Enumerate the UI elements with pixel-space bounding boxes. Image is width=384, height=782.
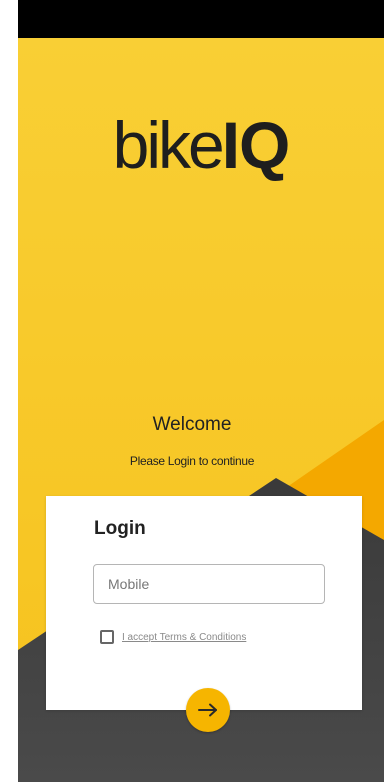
terms-row[interactable]: I accept Terms & Conditions bbox=[100, 630, 246, 644]
terms-checkbox[interactable] bbox=[100, 630, 114, 644]
arrow-right-icon bbox=[198, 703, 217, 717]
welcome-title: Welcome bbox=[152, 414, 232, 435]
logo-text-bold: IQ bbox=[221, 108, 291, 182]
submit-button[interactable] bbox=[186, 688, 230, 732]
welcome-subtitle: Please Login to continue bbox=[129, 454, 255, 468]
logo-text-light: bike bbox=[112, 108, 225, 182]
login-card: Login I accept Terms & Conditions bbox=[46, 496, 362, 710]
login-title: Login bbox=[94, 518, 146, 539]
app-screen: bikeIQ Welcome Please Login to continue … bbox=[18, 0, 384, 782]
bikeiq-logo: bikeIQ bbox=[18, 112, 384, 178]
terms-link[interactable]: I accept Terms & Conditions bbox=[122, 632, 246, 643]
mobile-input[interactable] bbox=[93, 564, 325, 604]
